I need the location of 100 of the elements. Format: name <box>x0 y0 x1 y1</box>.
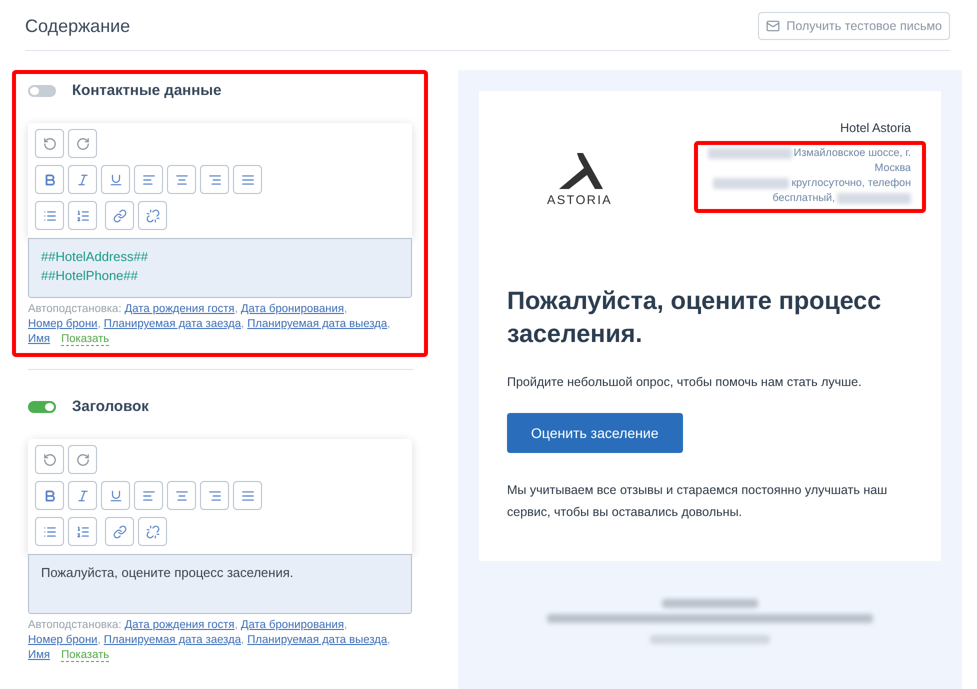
autofill-link[interactable]: Планируемая дата выезда <box>247 634 388 646</box>
logo-text: ASTORIA <box>547 193 612 207</box>
contact-text: круглосуточно, телефон <box>791 176 911 191</box>
autofill-link[interactable]: Имя <box>28 649 50 661</box>
hotel-name: Hotel Astoria <box>840 121 911 135</box>
page-title: Содержание <box>25 16 130 36</box>
link-button[interactable] <box>105 201 134 230</box>
list-separator: , <box>98 318 101 330</box>
logo-icon <box>556 153 603 189</box>
email-intro: Пройдите небольшой опрос, чтобы помочь нам стать лучше. <box>507 375 863 389</box>
toggle-switch[interactable] <box>28 400 56 412</box>
email-text: Мы учитываем все отзывы и стараемся постоянно улучшать наш сервис, чтобы вы оставались довольны. <box>507 482 888 521</box>
template-variable: ##HotelAddress## <box>41 248 149 265</box>
align-right-icon <box>208 488 222 502</box>
contact-text: Москва <box>874 161 911 176</box>
align-center-button[interactable] <box>167 481 196 510</box>
align-left-button[interactable] <box>134 481 163 510</box>
autofill-link[interactable]: Номер брони <box>28 318 98 330</box>
bullet-list-icon <box>42 524 56 538</box>
autofill-link[interactable]: Дата бронирования <box>240 303 344 315</box>
numbered-list-button[interactable] <box>68 201 97 230</box>
align-left-button[interactable] <box>134 165 163 194</box>
unlink-button[interactable] <box>138 517 167 546</box>
text-editor[interactable]: Пожалуйста, оцените процесс заселения. <box>28 554 412 614</box>
autofill-link[interactable]: Планируемая дата заезда <box>104 318 241 330</box>
link-icon <box>112 208 126 222</box>
undo-button[interactable] <box>35 129 64 158</box>
undo-button[interactable] <box>35 445 64 474</box>
align-justify-button[interactable] <box>233 481 262 510</box>
text-editor[interactable]: ##HotelAddress## ##HotelPhone## <box>28 238 412 298</box>
list-separator: , <box>234 619 238 631</box>
autofill-link[interactable]: Дата бронирования <box>240 619 344 631</box>
autofill-label: Автоподстановка: <box>28 303 122 315</box>
bold-button[interactable] <box>35 165 64 194</box>
redo-button[interactable] <box>68 129 97 158</box>
rate-button[interactable]: Оценить заселение <box>507 413 683 453</box>
numbered-list-icon <box>76 208 90 222</box>
contact-text: Измайловское шоссе, г. <box>794 146 911 161</box>
toggle-switch[interactable] <box>28 84 56 96</box>
show-more-link[interactable]: Показать <box>61 333 110 346</box>
autofill-link[interactable]: Дата рождения гостя <box>124 303 235 315</box>
numbered-list-icon <box>76 524 90 538</box>
italic-icon <box>76 488 90 502</box>
redo-icon <box>76 452 90 466</box>
align-center-button[interactable] <box>167 165 196 194</box>
list-separator: , <box>234 303 238 315</box>
show-more-link[interactable]: Показать <box>61 649 110 662</box>
italic-button[interactable] <box>68 165 97 194</box>
email-heading: Пожалуйста, оцените процесс заселения. <box>507 286 882 350</box>
unlink-icon <box>146 524 160 538</box>
autofill-link[interactable]: Планируемая дата выезда <box>247 318 388 330</box>
bold-icon <box>42 488 56 502</box>
align-right-button[interactable] <box>200 481 229 510</box>
section-title: Заголовок <box>72 398 149 415</box>
numbered-list-button[interactable] <box>68 517 97 546</box>
autofill-label: Автоподстановка: <box>28 619 122 631</box>
unlink-icon <box>146 208 160 222</box>
section-title: Контактные данные <box>72 82 222 99</box>
align-right-button[interactable] <box>200 165 229 194</box>
autofill-link[interactable]: Дата рождения гостя <box>124 619 235 631</box>
bold-icon <box>42 172 56 186</box>
underline-button[interactable] <box>101 481 130 510</box>
align-justify-icon <box>240 488 254 502</box>
italic-button[interactable] <box>68 481 97 510</box>
test-email-button[interactable]: Получить тестовое письмо <box>758 12 950 40</box>
bullet-list-icon <box>42 208 56 222</box>
align-left-icon <box>142 172 156 186</box>
align-justify-icon <box>240 172 254 186</box>
bold-button[interactable] <box>35 481 64 510</box>
contact-text: бесплатный, <box>772 191 835 206</box>
unlink-button[interactable] <box>138 201 167 230</box>
list-separator: , <box>387 318 390 330</box>
align-center-icon <box>174 172 188 186</box>
bullet-list-button[interactable] <box>35 517 64 546</box>
bullet-list-button[interactable] <box>35 201 64 230</box>
undo-icon <box>42 452 56 466</box>
underline-icon <box>108 488 122 502</box>
autofill-link[interactable]: Планируемая дата заезда <box>104 634 241 646</box>
list-separator: , <box>344 619 348 631</box>
undo-icon <box>42 136 56 150</box>
align-left-icon <box>142 488 156 502</box>
autofill-link[interactable]: Номер брони <box>28 634 98 646</box>
link-button[interactable] <box>105 517 134 546</box>
underline-icon <box>108 172 122 186</box>
list-separator: , <box>344 303 348 315</box>
link-icon <box>112 524 126 538</box>
redo-button[interactable] <box>68 445 97 474</box>
italic-icon <box>76 172 90 186</box>
list-separator: , <box>241 634 244 646</box>
redo-icon <box>76 136 90 150</box>
editor-text: Пожалуйста, оцените процесс заселения. <box>41 564 294 581</box>
autofill-link[interactable]: Имя <box>28 333 50 345</box>
list-separator: , <box>387 634 390 646</box>
template-variable: ##HotelPhone## <box>41 267 139 284</box>
align-center-icon <box>174 488 188 502</box>
list-separator: , <box>241 318 244 330</box>
align-justify-button[interactable] <box>233 165 262 194</box>
mail-icon <box>766 19 780 33</box>
align-right-icon <box>208 172 222 186</box>
underline-button[interactable] <box>101 165 130 194</box>
